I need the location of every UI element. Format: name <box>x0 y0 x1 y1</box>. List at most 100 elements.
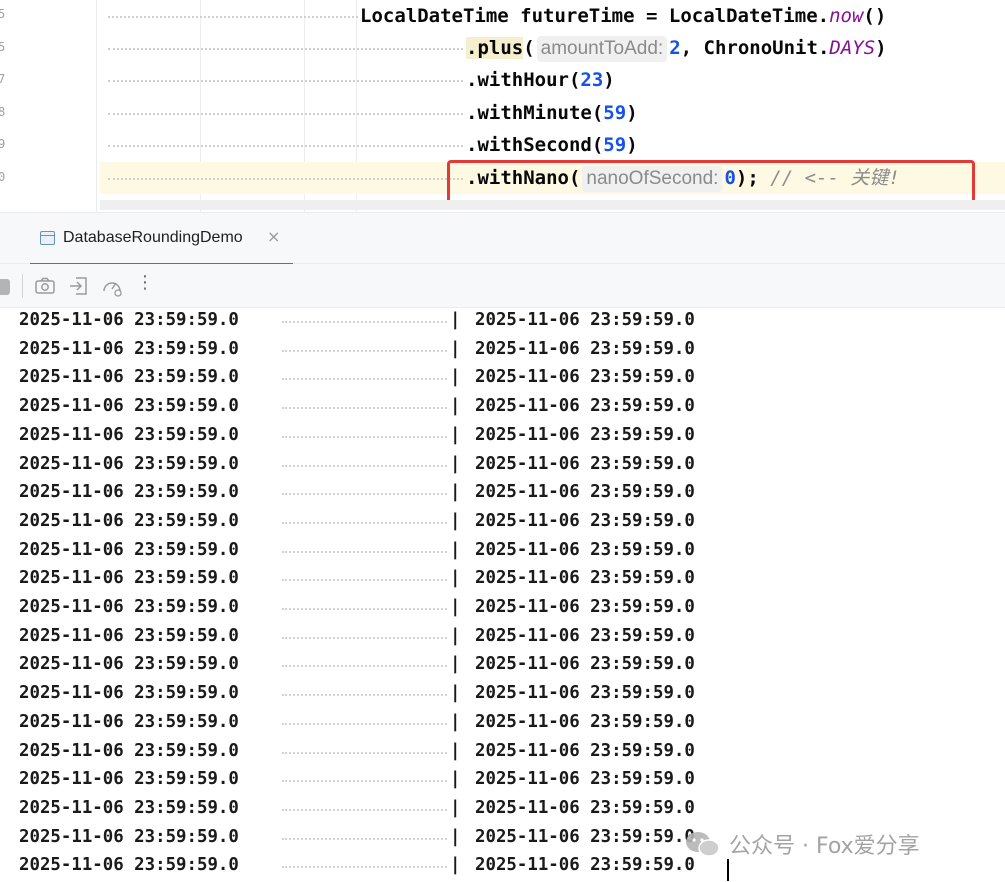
whitespace-dots <box>282 521 447 524</box>
console-line: 2025-11-06 23:59:59.0 | 2025-11-06 23:59:5… <box>0 681 1005 710</box>
console-line: 2025-11-06 23:59:59.0 | 2025-11-06 23:59:5… <box>0 394 1005 423</box>
console-value-left: 2025-11-06 23:59:59.0 <box>19 826 239 847</box>
console-value-right: 2025-11-06 23:59:59.0 <box>475 453 695 474</box>
console-separator: | <box>450 597 461 617</box>
code-line[interactable]: LocalDateTime futureTime = LocalDateTime… <box>100 0 1005 32</box>
console-value-right: 2025-11-06 23:59:59.0 <box>475 826 695 847</box>
console-value-right: 2025-11-06 23:59:59.0 <box>475 597 695 617</box>
console-line: 2025-11-06 23:59:59.0 | 2025-11-06 23:59:5… <box>0 796 1005 825</box>
whitespace-dots <box>282 866 447 869</box>
console-line: 2025-11-06 23:59:59.0 | 2025-11-06 23:59:5… <box>0 509 1005 538</box>
console-line: 2025-11-06 23:59:59.0 | 2025-11-06 23:59:5… <box>0 308 1005 337</box>
console-line: 2025-11-06 23:59:59.0 | 2025-11-06 23:59:5… <box>0 337 1005 366</box>
code-line[interactable]: .withSecond(59) <box>100 129 1005 161</box>
console-line: 2025-11-06 23:59:59.0 | 2025-11-06 23:59:5… <box>0 739 1005 768</box>
text-caret <box>727 859 729 881</box>
console-value-left: 2025-11-06 23:59:59.0 <box>19 338 239 359</box>
more-options-icon[interactable]: ⋮ <box>136 272 154 293</box>
console-value-left: 2025-11-06 23:59:59.0 <box>19 510 239 531</box>
console-line: 2025-11-06 23:59:59.0 | 2025-11-06 23:59:5… <box>0 365 1005 394</box>
indent-whitespace <box>108 113 463 115</box>
profiler-gauge-icon[interactable] <box>100 274 124 298</box>
console-value-left: 2025-11-06 23:59:59.0 <box>19 654 239 675</box>
code-line[interactable]: .withHour(23) <box>100 64 1005 96</box>
console-output[interactable]: 2025-11-06 23:59:59.0 | 2025-11-06 23:59:5… <box>0 308 1005 882</box>
console-value-left: 2025-11-06 23:59:59.0 <box>19 367 239 388</box>
console-value-left: 2025-11-06 23:59:59.0 <box>19 855 239 876</box>
console-value-right: 2025-11-06 23:59:59.0 <box>475 310 695 330</box>
console-value-right: 2025-11-06 23:59:59.0 <box>475 338 695 359</box>
console-separator: | <box>450 539 461 560</box>
tab-database-rounding-demo[interactable]: DatabaseRoundingDemo × <box>30 213 293 266</box>
whitespace-dots <box>282 722 447 725</box>
console-value-left: 2025-11-06 23:59:59.0 <box>19 539 239 560</box>
console-value-left: 2025-11-06 23:59:59.0 <box>19 625 239 646</box>
console-value-right: 2025-11-06 23:59:59.0 <box>475 396 695 417</box>
whitespace-dots <box>282 808 447 811</box>
console-value-right: 2025-11-06 23:59:59.0 <box>475 625 695 646</box>
close-icon[interactable]: × <box>267 227 280 246</box>
line-number: 0 <box>0 170 6 184</box>
whitespace-dots <box>282 579 447 582</box>
console-line: 2025-11-06 23:59:59.0 | 2025-11-06 23:59:5… <box>0 710 1005 739</box>
console-value-left: 2025-11-06 23:59:59.0 <box>19 453 239 474</box>
console-separator: | <box>450 367 461 388</box>
console-separator: | <box>450 654 461 675</box>
wechat-icon <box>686 832 720 857</box>
run-toolbar: ⋮ <box>0 264 1005 308</box>
code-text: .withHour(23) <box>466 69 615 91</box>
watermark-text: 公众号 · Fox爱分享 <box>729 834 920 859</box>
watermark: 公众号 · Fox爱分享 <box>683 826 920 862</box>
console-value-left: 2025-11-06 23:59:59.0 <box>19 711 239 732</box>
line-number: 8 <box>0 105 6 119</box>
camera-icon[interactable] <box>33 274 57 298</box>
console-value-right: 2025-11-06 23:59:59.0 <box>475 367 695 388</box>
whitespace-dots <box>282 407 447 410</box>
code-editor[interactable]: 5 5 7 8 9 0 LocalDateTime futureTime = L… <box>0 0 1005 212</box>
console-separator: | <box>450 510 461 531</box>
console-line: 2025-11-06 23:59:59.0 | 2025-11-06 23:59:5… <box>0 595 1005 624</box>
console-separator: | <box>450 396 461 417</box>
console-separator: | <box>450 797 461 818</box>
console-separator: | <box>450 568 461 589</box>
console-line: 2025-11-06 23:59:59.0 | 2025-11-06 23:59:5… <box>0 566 1005 595</box>
code-line[interactable]: .withMinute(59) <box>100 97 1005 129</box>
console-value-right: 2025-11-06 23:59:59.0 <box>475 510 695 531</box>
console-value-right: 2025-11-06 23:59:59.0 <box>475 855 695 876</box>
line-number-gutter: 5 5 7 8 9 0 <box>0 0 14 212</box>
console-separator: | <box>450 711 461 732</box>
console-line: 2025-11-06 23:59:59.0 | 2025-11-06 23:59:5… <box>0 538 1005 567</box>
console-value-right: 2025-11-06 23:59:59.0 <box>475 683 695 704</box>
console-separator: | <box>450 310 461 330</box>
parameter-hint: amountToAdd: <box>536 36 668 62</box>
whitespace-dots <box>282 349 447 352</box>
console-value-left: 2025-11-06 23:59:59.0 <box>19 482 239 503</box>
whitespace-dots <box>282 780 447 783</box>
whitespace-dots <box>282 435 447 438</box>
console-value-right: 2025-11-06 23:59:59.0 <box>475 797 695 818</box>
console-value-left: 2025-11-06 23:59:59.0 <box>19 769 239 790</box>
code-text: .withSecond(59) <box>466 134 638 156</box>
whitespace-dots <box>282 837 447 840</box>
toolbar-divider <box>22 274 23 298</box>
console-value-left: 2025-11-06 23:59:59.0 <box>19 396 239 417</box>
indent-whitespace <box>108 178 463 180</box>
console-line: 2025-11-06 23:59:59.0 | 2025-11-06 23:59:5… <box>0 767 1005 796</box>
console-line: 2025-11-06 23:59:59.0 | 2025-11-06 23:59:5… <box>0 423 1005 452</box>
console-separator: | <box>450 338 461 359</box>
code-line[interactable]: .plus(amountToAdd: 2, ChronoUnit.DAYS) <box>100 32 1005 64</box>
console-value-right: 2025-11-06 23:59:59.0 <box>475 769 695 790</box>
stop-icon[interactable] <box>0 279 10 295</box>
whitespace-dots <box>282 665 447 668</box>
console-value-right: 2025-11-06 23:59:59.0 <box>475 539 695 560</box>
import-icon[interactable] <box>67 274 91 298</box>
indent-whitespace <box>108 48 463 50</box>
horizontal-scrollbar[interactable] <box>100 200 1005 210</box>
console-separator: | <box>450 826 461 847</box>
indent-whitespace <box>108 16 358 18</box>
console-value-right: 2025-11-06 23:59:59.0 <box>475 711 695 732</box>
whitespace-dots <box>282 321 447 323</box>
console-line: 2025-11-06 23:59:59.0 | 2025-11-06 23:59:5… <box>0 652 1005 681</box>
console-separator: | <box>450 625 461 646</box>
run-tool-window-tabbar: DatabaseRoundingDemo × <box>0 212 1005 266</box>
